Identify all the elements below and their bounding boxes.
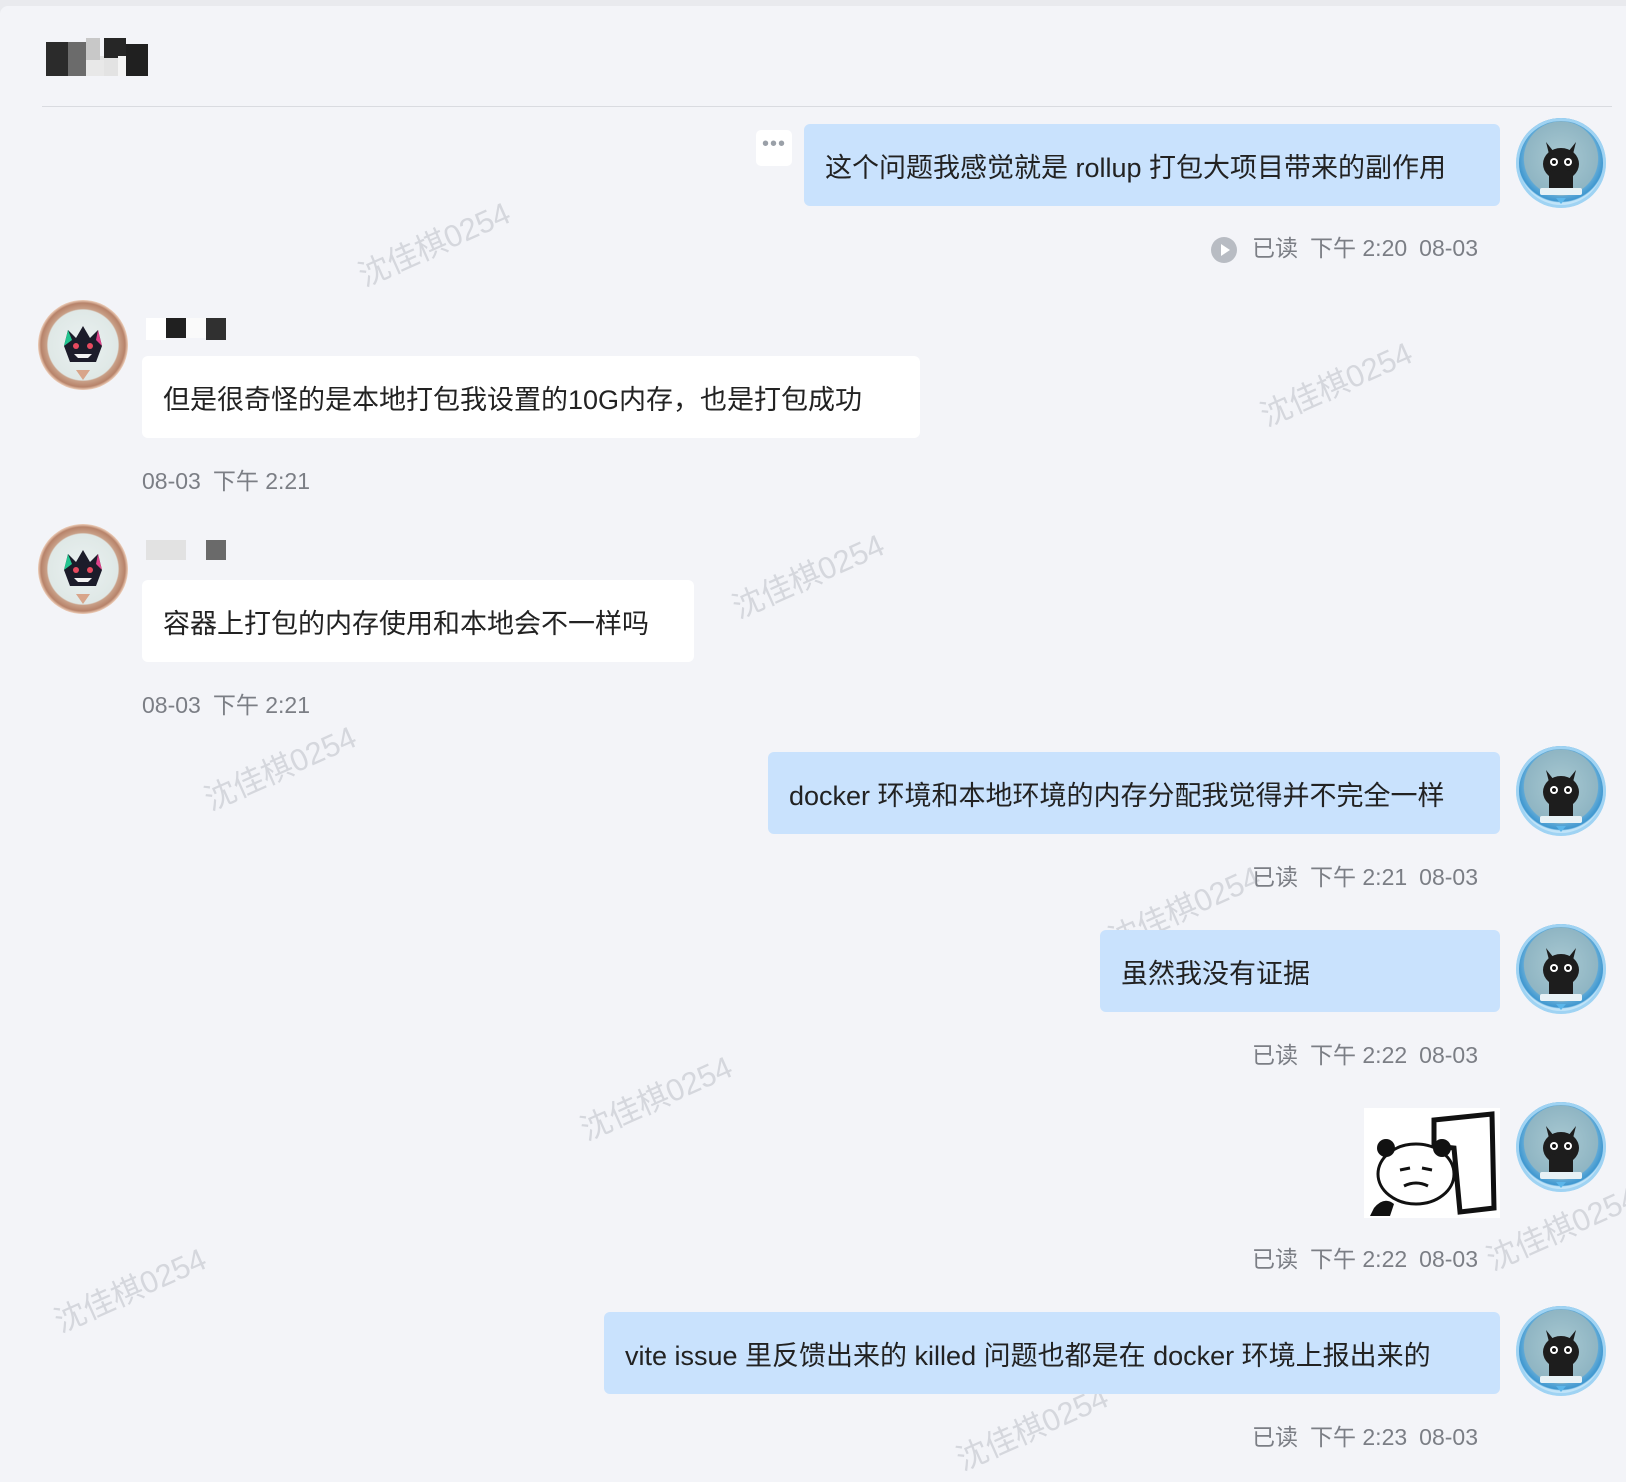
message-bubble[interactable]: docker 环境和本地环境的内存分配我觉得并不完全一样	[768, 752, 1500, 834]
ghost-icon	[64, 326, 102, 380]
header-divider	[42, 106, 1612, 107]
my-avatar[interactable]	[1516, 746, 1606, 836]
message-date: 08-03	[1419, 864, 1478, 890]
message-time: 下午 2:23	[1310, 1424, 1408, 1450]
read-status: 已读	[1252, 864, 1298, 890]
sender-avatar[interactable]	[38, 524, 128, 614]
watermark: 沈佳棋0254	[353, 195, 516, 294]
watermark: 沈佳棋0254	[727, 527, 890, 626]
message-time: 下午 2:20	[1310, 235, 1408, 261]
sender-name	[146, 540, 232, 562]
message-date: 08-03	[1419, 1424, 1478, 1450]
message-time: 下午 2:22	[1310, 1246, 1408, 1272]
my-avatar[interactable]	[1516, 1306, 1606, 1396]
read-status: 已读	[1252, 235, 1298, 261]
message-meta: 08-03 下午 2:21	[142, 686, 322, 720]
ghost-icon	[64, 550, 102, 604]
message-time: 下午 2:21	[1310, 864, 1408, 890]
message-time: 下午 2:22	[1310, 1042, 1408, 1068]
sender-name	[146, 318, 232, 340]
message-text: docker 环境和本地环境的内存分配我觉得并不完全一样	[789, 780, 1445, 811]
message-meta: 已读 下午 2:23 08-03	[1252, 1418, 1490, 1452]
message-meta: 已读 下午 2:21 08-03	[1252, 858, 1490, 892]
message-date: 08-03	[1419, 1246, 1478, 1272]
message-date: 08-03	[1419, 1042, 1478, 1068]
message-text: 这个问题我感觉就是 rollup 打包大项目带来的副作用	[825, 152, 1447, 183]
message-bubble[interactable]: 但是很奇怪的是本地打包我设置的10G内存，也是打包成功	[142, 356, 920, 438]
message-meta: 已读 下午 2:22 08-03	[1252, 1240, 1490, 1274]
panda-meme-sticker-icon	[1370, 1111, 1497, 1216]
watermark: 沈佳棋0254	[49, 1241, 212, 1340]
black-cat-icon	[1540, 1330, 1582, 1392]
message-bubble[interactable]: 这个问题我感觉就是 rollup 打包大项目带来的副作用	[804, 124, 1500, 206]
play-circle-icon[interactable]	[1210, 236, 1238, 264]
message-time: 下午 2:21	[212, 692, 310, 718]
chat-panel: 沈佳棋0254 沈佳棋0254 沈佳棋0254 沈佳棋0254 沈佳棋0254 …	[0, 6, 1626, 1482]
message-text: 虽然我没有证据	[1121, 958, 1310, 989]
read-status: 已读	[1252, 1424, 1298, 1450]
message-date: 08-03	[142, 468, 201, 494]
sticker-image[interactable]	[1364, 1108, 1500, 1218]
sender-avatar[interactable]	[38, 300, 128, 390]
read-status: 已读	[1252, 1246, 1298, 1272]
watermark: 沈佳棋0254	[575, 1049, 738, 1148]
message-text: 容器上打包的内存使用和本地会不一样吗	[163, 608, 649, 639]
message-meta: 已读 下午 2:20 08-03	[1210, 229, 1490, 264]
message-meta: 已读 下午 2:22 08-03	[1252, 1036, 1490, 1070]
my-avatar[interactable]	[1516, 1102, 1606, 1192]
message-bubble[interactable]: vite issue 里反馈出来的 killed 问题也都是在 docker 环…	[604, 1312, 1500, 1394]
black-cat-icon	[1540, 770, 1582, 832]
watermark: 沈佳棋0254	[1255, 335, 1418, 434]
message-meta: 08-03 下午 2:21	[142, 462, 322, 496]
message-bubble[interactable]: 容器上打包的内存使用和本地会不一样吗	[142, 580, 694, 662]
read-status: 已读	[1252, 1042, 1298, 1068]
black-cat-icon	[1540, 142, 1582, 204]
message-date: 08-03	[142, 692, 201, 718]
black-cat-icon	[1540, 948, 1582, 1010]
more-dots-icon: •••	[761, 133, 786, 155]
my-avatar[interactable]	[1516, 924, 1606, 1014]
more-actions-button[interactable]: •••	[756, 130, 792, 166]
message-text: vite issue 里反馈出来的 killed 问题也都是在 docker 环…	[625, 1340, 1431, 1371]
message-date: 08-03	[1419, 235, 1478, 261]
my-avatar[interactable]	[1516, 118, 1606, 208]
chat-title	[46, 38, 150, 78]
message-text: 但是很奇怪的是本地打包我设置的10G内存，也是打包成功	[163, 384, 863, 415]
black-cat-icon	[1540, 1126, 1582, 1188]
message-time: 下午 2:21	[212, 468, 310, 494]
watermark: 沈佳棋0254	[199, 719, 362, 818]
message-bubble[interactable]: 虽然我没有证据	[1100, 930, 1500, 1012]
